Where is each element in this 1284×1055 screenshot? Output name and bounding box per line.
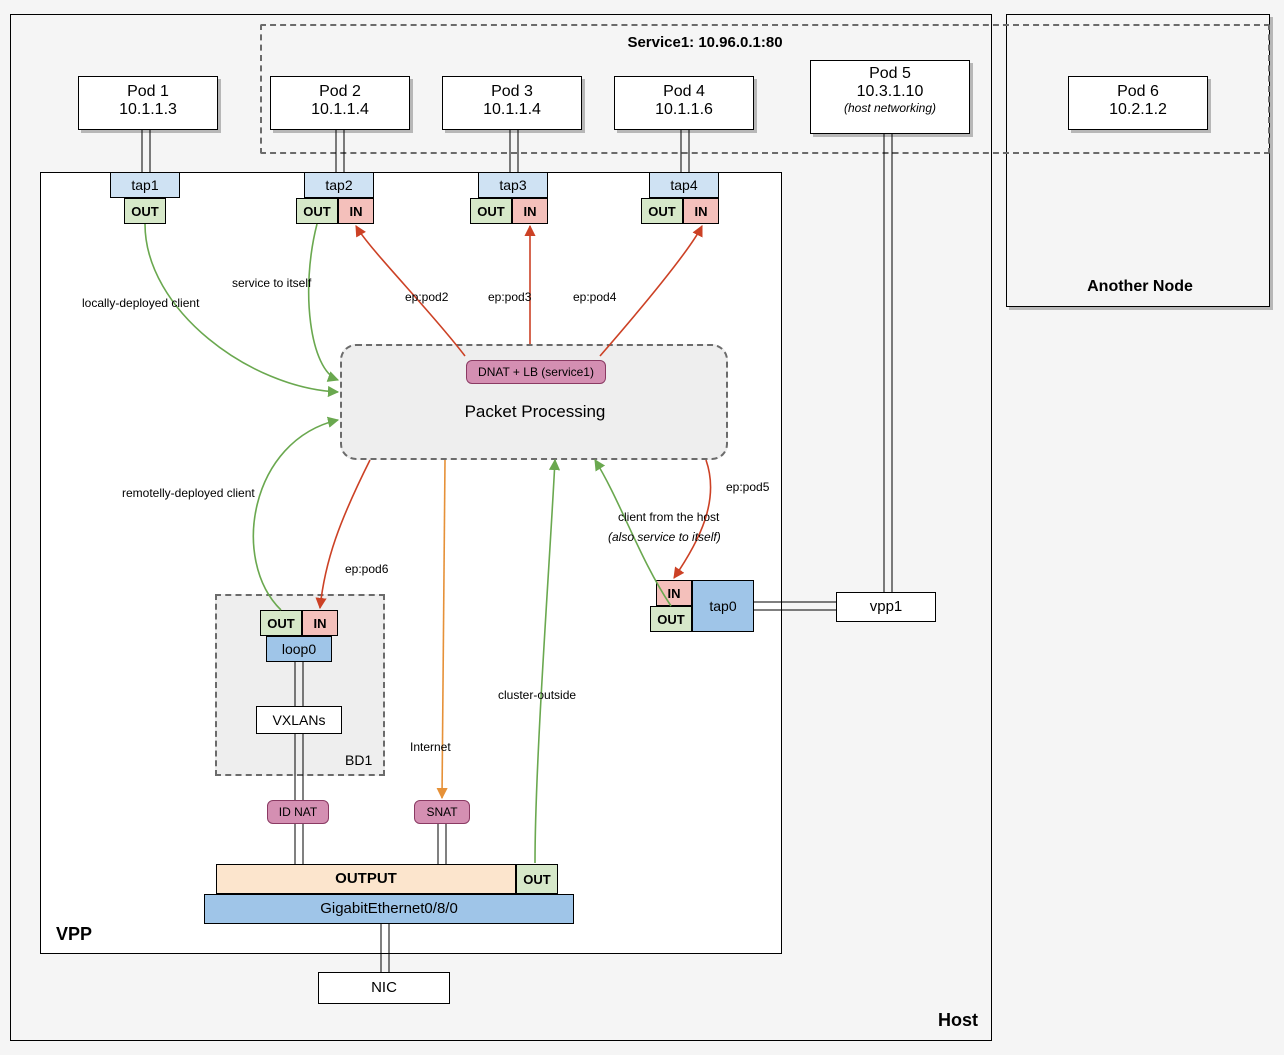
pod-2-title: Pod 2 xyxy=(271,83,409,101)
pod-5-ip: 10.3.1.10 xyxy=(811,83,969,101)
tap0: tap0 xyxy=(692,580,754,632)
tap0-in: IN xyxy=(656,580,692,606)
host-label: Host xyxy=(938,1010,978,1031)
vpp1: vpp1 xyxy=(836,592,936,622)
pod-4-ip: 10.1.1.6 xyxy=(615,101,753,119)
pod-1: Pod 1 10.1.1.3 xyxy=(78,76,218,130)
output: OUTPUT xyxy=(216,864,516,894)
gigabit-ethernet: GigabitEthernet0/8/0 xyxy=(204,894,574,924)
lbl-ep-pod4: ep:pod4 xyxy=(573,290,616,304)
another-node-label: Another Node xyxy=(1060,278,1220,296)
lbl-ep-pod6: ep:pod6 xyxy=(345,562,388,576)
tap3-in: IN xyxy=(512,198,548,224)
service-label: Service1: 10.96.0.1:80 xyxy=(575,34,835,51)
tap4-in: IN xyxy=(683,198,719,224)
lbl-internet: Internet xyxy=(410,740,451,754)
loop0-out: OUT xyxy=(260,610,302,636)
tap4: tap4 xyxy=(649,172,719,198)
loop0: loop0 xyxy=(266,636,332,662)
tap3-label: tap3 xyxy=(499,177,526,193)
pod-2: Pod 2 10.1.1.4 xyxy=(270,76,410,130)
pod-1-title: Pod 1 xyxy=(79,83,217,101)
id-nat: ID NAT xyxy=(267,800,329,824)
tap4-out: OUT xyxy=(641,198,683,224)
tap2-in: IN xyxy=(338,198,374,224)
tap2-out: OUT xyxy=(296,198,338,224)
lbl-client-host2: (also service to itself) xyxy=(608,530,721,544)
lbl-ep-pod3: ep:pod3 xyxy=(488,290,531,304)
lbl-ep-pod5: ep:pod5 xyxy=(726,480,769,494)
pod-3-title: Pod 3 xyxy=(443,83,581,101)
vpp-label: VPP xyxy=(56,924,92,945)
pod-3-ip: 10.1.1.4 xyxy=(443,101,581,119)
output-out: OUT xyxy=(516,864,558,894)
pod-6-title: Pod 6 xyxy=(1069,83,1207,101)
lbl-service-itself: service to itself xyxy=(232,276,311,290)
tap2-label: tap2 xyxy=(325,177,352,193)
tap0-out: OUT xyxy=(650,606,692,632)
pod-5-note: (host networking) xyxy=(811,101,969,115)
lbl-ep-pod2: ep:pod2 xyxy=(405,290,448,304)
pod-4-title: Pod 4 xyxy=(615,83,753,101)
tap3: tap3 xyxy=(478,172,548,198)
loop0-in: IN xyxy=(302,610,338,636)
tap2: tap2 xyxy=(304,172,374,198)
lbl-client-host1: client from the host xyxy=(618,510,719,524)
pod-5: Pod 5 10.3.1.10 (host networking) xyxy=(810,60,970,134)
tap1-label: tap1 xyxy=(131,177,158,193)
pod-5-title: Pod 5 xyxy=(811,65,969,83)
pod-4: Pod 4 10.1.1.6 xyxy=(614,76,754,130)
tap3-out: OUT xyxy=(470,198,512,224)
bd1-label: BD1 xyxy=(345,752,372,768)
pod-6: Pod 6 10.2.1.2 xyxy=(1068,76,1208,130)
snat: SNAT xyxy=(414,800,470,824)
pod-3: Pod 3 10.1.1.4 xyxy=(442,76,582,130)
vxlans: VXLANs xyxy=(256,706,342,734)
lbl-cluster-outside: cluster-outside xyxy=(498,688,576,702)
pod-1-ip: 10.1.1.3 xyxy=(79,101,217,119)
lbl-local-client: locally-deployed client xyxy=(82,296,199,310)
dnat-lb: DNAT + LB (service1) xyxy=(466,360,606,384)
tap4-label: tap4 xyxy=(670,177,697,193)
pod-6-ip: 10.2.1.2 xyxy=(1069,101,1207,119)
tap1-out: OUT xyxy=(124,198,166,224)
lbl-remote-client: remotelly-deployed client xyxy=(122,486,255,500)
packet-processing-label: Packet Processing xyxy=(440,402,630,422)
tap1: tap1 xyxy=(110,172,180,198)
pod-2-ip: 10.1.1.4 xyxy=(271,101,409,119)
nic: NIC xyxy=(318,972,450,1004)
